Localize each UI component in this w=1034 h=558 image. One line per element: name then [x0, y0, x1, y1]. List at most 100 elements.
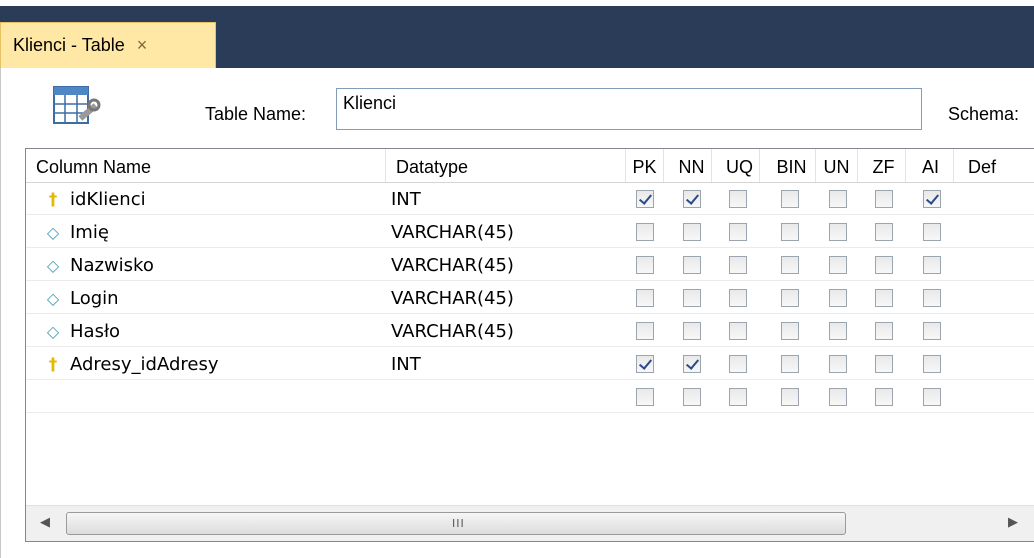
bin-checkbox[interactable]	[781, 322, 799, 340]
pk-checkbox[interactable]	[636, 289, 654, 307]
pk-header[interactable]: PK	[626, 149, 664, 182]
nn-checkbox[interactable]	[683, 322, 701, 340]
un-checkbox[interactable]	[829, 388, 847, 406]
horizontal-scrollbar[interactable]: ◀ III ▶	[26, 505, 1034, 541]
uq-checkbox[interactable]	[729, 190, 747, 208]
table-row[interactable]: ◇ Login VARCHAR(45)	[26, 282, 1034, 314]
column-name-cell[interactable]: ◇ Imię	[42, 216, 109, 248]
zf-checkbox[interactable]	[875, 355, 893, 373]
uq-checkbox[interactable]	[729, 355, 747, 373]
column-name-cell[interactable]: ◇ Hasło	[42, 315, 120, 347]
un-checkbox[interactable]	[829, 223, 847, 241]
nn-checkbox[interactable]	[683, 256, 701, 274]
zf-checkbox[interactable]	[875, 256, 893, 274]
datatype-cell[interactable]: VARCHAR(45)	[391, 315, 514, 347]
column-name-cell[interactable]: † Adresy_idAdresy	[42, 348, 219, 380]
ai-checkbox[interactable]	[923, 289, 941, 307]
nn-checkbox[interactable]	[683, 190, 701, 208]
un-checkbox[interactable]	[829, 289, 847, 307]
pk-checkbox[interactable]	[636, 388, 654, 406]
un-header[interactable]: UN	[816, 149, 858, 182]
columns-grid-header: Column Name Datatype PK NN UQ BIN UN ZF …	[26, 149, 1034, 183]
zf-checkbox[interactable]	[875, 322, 893, 340]
bin-header[interactable]: BIN	[768, 149, 816, 182]
column-name-cell[interactable]: † idKlienci	[42, 183, 146, 215]
scroll-left-icon[interactable]: ◀	[40, 515, 50, 530]
column-name-header[interactable]: Column Name	[26, 149, 386, 182]
uq-checkbox[interactable]	[729, 388, 747, 406]
column-name-text: Adresy_idAdresy	[70, 354, 219, 375]
bin-checkbox[interactable]	[781, 256, 799, 274]
zf-checkbox[interactable]	[875, 223, 893, 241]
diamond-icon: ◇	[46, 256, 60, 275]
bin-checkbox[interactable]	[781, 223, 799, 241]
bin-checkbox[interactable]	[781, 190, 799, 208]
column-name-text: Hasło	[70, 321, 121, 342]
pk-checkbox[interactable]	[636, 190, 654, 208]
nn-checkbox[interactable]	[683, 223, 701, 241]
bin-checkbox[interactable]	[781, 388, 799, 406]
scrollbar-thumb[interactable]: III	[66, 512, 846, 535]
column-name-cell[interactable]: ◇ Login	[42, 282, 119, 314]
ai-checkbox[interactable]	[923, 190, 941, 208]
uq-checkbox[interactable]	[729, 322, 747, 340]
ai-checkbox[interactable]	[923, 322, 941, 340]
table-row[interactable]: ◇ Hasło VARCHAR(45)	[26, 315, 1034, 347]
datatype-cell[interactable]: VARCHAR(45)	[391, 249, 514, 281]
un-checkbox[interactable]	[829, 256, 847, 274]
column-name-text: idKlienci	[70, 189, 146, 210]
key-icon: †	[48, 190, 58, 210]
datatype-cell[interactable]: INT	[391, 348, 421, 380]
table-row[interactable]	[26, 381, 1034, 413]
close-icon[interactable]: ×	[137, 35, 148, 56]
zf-checkbox[interactable]	[875, 289, 893, 307]
un-checkbox[interactable]	[829, 190, 847, 208]
table-row[interactable]: † idKlienci INT	[26, 183, 1034, 215]
document-tab-bar: Klienci - Table ×	[0, 0, 1034, 68]
zf-checkbox[interactable]	[875, 190, 893, 208]
un-checkbox[interactable]	[829, 322, 847, 340]
datatype-cell[interactable]: INT	[391, 183, 421, 215]
pk-checkbox[interactable]	[636, 322, 654, 340]
datatype-header[interactable]: Datatype	[386, 149, 626, 182]
zf-checkbox[interactable]	[875, 388, 893, 406]
table-row[interactable]: † Adresy_idAdresy INT	[26, 348, 1034, 380]
datatype-cell[interactable]: VARCHAR(45)	[391, 216, 514, 248]
uq-checkbox[interactable]	[729, 289, 747, 307]
table-row[interactable]: ◇ Imię VARCHAR(45)	[26, 216, 1034, 248]
key-icon: †	[48, 355, 58, 375]
grip-icon: III	[452, 517, 465, 530]
scroll-right-icon[interactable]: ▶	[1008, 515, 1018, 530]
ai-checkbox[interactable]	[923, 355, 941, 373]
zf-header[interactable]: ZF	[862, 149, 906, 182]
bin-checkbox[interactable]	[781, 355, 799, 373]
pk-checkbox[interactable]	[636, 355, 654, 373]
ai-checkbox[interactable]	[923, 256, 941, 274]
uq-checkbox[interactable]	[729, 223, 747, 241]
ai-checkbox[interactable]	[923, 223, 941, 241]
nn-checkbox[interactable]	[683, 289, 701, 307]
nn-checkbox[interactable]	[683, 388, 701, 406]
pk-checkbox[interactable]	[636, 223, 654, 241]
datatype-cell[interactable]: VARCHAR(45)	[391, 282, 514, 314]
tab-klienci-table[interactable]: Klienci - Table ×	[0, 22, 216, 68]
ai-header[interactable]: AI	[908, 149, 954, 182]
uq-header[interactable]: UQ	[720, 149, 760, 182]
diamond-icon: ◇	[46, 223, 60, 242]
default-header[interactable]: Def	[956, 149, 1034, 182]
ai-checkbox[interactable]	[923, 388, 941, 406]
top-strip	[0, 0, 1034, 6]
bin-checkbox[interactable]	[781, 289, 799, 307]
table-name-input[interactable]: Klienci	[336, 88, 922, 130]
column-name-cell[interactable]: ◇ Nazwisko	[42, 249, 154, 281]
column-name-text: Nazwisko	[70, 255, 154, 276]
diamond-icon: ◇	[46, 322, 60, 341]
nn-header[interactable]: NN	[672, 149, 712, 182]
pk-checkbox[interactable]	[636, 256, 654, 274]
uq-checkbox[interactable]	[729, 256, 747, 274]
table-editor-icon	[53, 86, 101, 124]
column-name-text: Imię	[70, 222, 109, 243]
un-checkbox[interactable]	[829, 355, 847, 373]
table-row[interactable]: ◇ Nazwisko VARCHAR(45)	[26, 249, 1034, 281]
nn-checkbox[interactable]	[683, 355, 701, 373]
